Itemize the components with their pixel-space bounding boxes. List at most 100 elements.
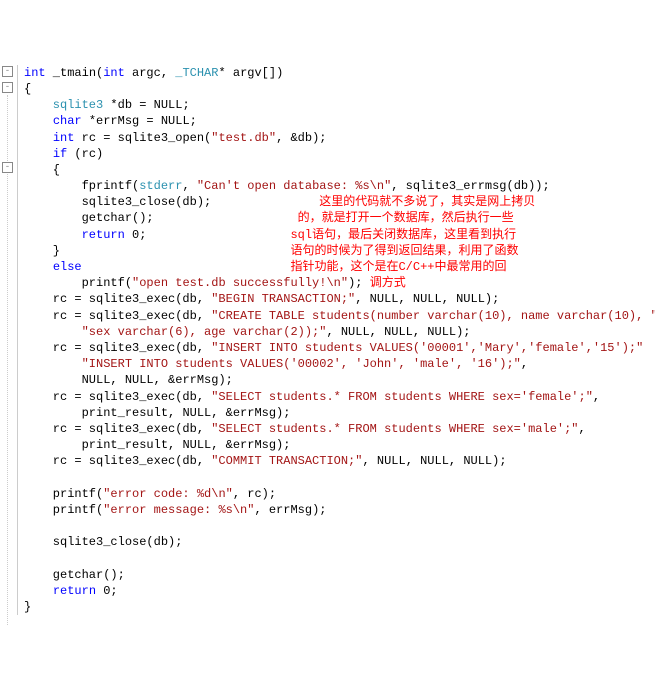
code-text: *db = <box>103 98 153 112</box>
string: "INSERT INTO students VALUES('00002', 'J… <box>24 357 521 371</box>
code-text: printf( <box>24 276 132 290</box>
code-text: fprintf( <box>24 179 139 193</box>
null: NULL <box>427 325 456 339</box>
null: NULL <box>384 325 413 339</box>
code-text: rc = sqlite3_exec(db, <box>24 341 211 355</box>
code-text: , rc); <box>233 487 276 501</box>
code-text: } <box>24 244 60 258</box>
code-text <box>24 584 53 598</box>
fold-line <box>7 95 8 625</box>
code-text: rc = sqlite3_exec(db, <box>24 292 211 306</box>
code-text: ); <box>348 276 362 290</box>
code-text: , <box>398 292 412 306</box>
code-text: } <box>24 600 31 614</box>
code-text: , &errMsg); <box>211 406 290 420</box>
null: NULL <box>420 454 449 468</box>
keyword: int <box>103 66 125 80</box>
comment: 调方式 <box>370 276 406 290</box>
code-text: ); <box>456 325 470 339</box>
string: "CREATE TABLE students(number varchar(10… <box>211 309 655 323</box>
code-text: rc = sqlite3_open( <box>74 131 211 145</box>
code-text: { <box>24 163 60 177</box>
type: _TCHAR <box>175 66 218 80</box>
code-text: , &db); <box>276 131 326 145</box>
keyword: return <box>82 228 125 242</box>
code-text: ; <box>190 114 197 128</box>
code-editor[interactable]: - - - int _tmain(int argc, _TCHAR* argv[… <box>0 65 655 615</box>
keyword: if <box>53 147 67 161</box>
code-text: (rc) <box>67 147 103 161</box>
null: NULL <box>154 98 183 112</box>
code-text: , &errMsg); <box>154 373 233 387</box>
string: "error message: %s\n" <box>103 503 254 517</box>
fold-box[interactable]: - <box>2 66 13 77</box>
code-text: , <box>370 325 384 339</box>
comment: 语句的时候为了得到返回结果，利用了函数 <box>290 244 518 258</box>
code-text: ); <box>485 292 499 306</box>
code-text: sqlite3_close(db); <box>24 195 211 209</box>
fold-gutter: - - - <box>0 65 18 615</box>
code-text: printf( <box>24 487 103 501</box>
code-text: , <box>442 292 456 306</box>
code-text <box>24 260 53 274</box>
null: NULL <box>125 373 154 387</box>
null: NULL <box>182 406 211 420</box>
code-text: printf( <box>24 503 103 517</box>
code-text <box>24 228 82 242</box>
string: "Can't open database: %s\n" <box>197 179 391 193</box>
code-text: , <box>449 454 463 468</box>
code-text: , errMsg); <box>254 503 326 517</box>
code-text: * argv[]) <box>218 66 283 80</box>
keyword: int <box>53 131 75 145</box>
fold-box[interactable]: - <box>2 162 13 173</box>
string: "BEGIN TRANSACTION;" <box>211 292 355 306</box>
null: NULL <box>413 292 442 306</box>
code-text: 0; <box>125 228 147 242</box>
code-area[interactable]: int _tmain(int argc, _TCHAR* argv[]) { s… <box>18 65 655 615</box>
code-text: , <box>182 179 196 193</box>
string: "SELECT students.* FROM students WHERE s… <box>211 390 593 404</box>
fold-box[interactable]: - <box>2 82 13 93</box>
comment: 指针功能，这个是在C/C++中最常用的回 <box>290 260 506 274</box>
keyword: int <box>24 66 46 80</box>
keyword: char <box>53 114 82 128</box>
code-text: ; <box>182 98 189 112</box>
null: NULL <box>463 454 492 468</box>
string: "COMMIT TRANSACTION;" <box>211 454 362 468</box>
code-text: sqlite3 <box>24 98 103 112</box>
ident: stderr <box>139 179 182 193</box>
code-text: rc = sqlite3_exec(db, <box>24 390 211 404</box>
code-text: , <box>362 454 376 468</box>
string: "INSERT INTO students VALUES('00001','Ma… <box>211 341 643 355</box>
code-text: rc = sqlite3_exec(db, <box>24 422 211 436</box>
keyword: return <box>53 584 96 598</box>
code-text: getchar(); <box>24 211 154 225</box>
code-text: ); <box>492 454 506 468</box>
code-text: , <box>355 292 369 306</box>
string: "error code: %d\n" <box>103 487 233 501</box>
code-text: , <box>521 357 528 371</box>
null: NULL <box>456 292 485 306</box>
code-text: _tmain( <box>46 66 104 80</box>
string: "test.db" <box>211 131 276 145</box>
null: NULL <box>182 438 211 452</box>
code-text: sqlite3_close(db); <box>24 535 182 549</box>
code-text: rc = sqlite3_exec(db, <box>24 454 211 468</box>
string: "open test.db successfully!\n" <box>132 276 348 290</box>
comment: 的，就是打开一个数据库，然后执行一些 <box>298 211 514 225</box>
comment: 这里的代码就不多说了，其实是网上拷贝 <box>319 195 535 209</box>
null: NULL <box>370 292 399 306</box>
code-text <box>24 147 53 161</box>
string: "sex varchar(6), age varchar(2));" <box>24 325 326 339</box>
null: NULL <box>341 325 370 339</box>
code-text: rc = sqlite3_exec(db, <box>24 309 211 323</box>
code-text: , <box>579 422 586 436</box>
code-text: , <box>110 373 124 387</box>
code-text: , <box>326 325 340 339</box>
null: NULL <box>161 114 190 128</box>
code-text: 0; <box>96 584 118 598</box>
comment: sql语句，最后关闭数据库，这里看到执行 <box>290 228 516 242</box>
code-text: , <box>406 454 420 468</box>
null: NULL <box>377 454 406 468</box>
code-text: getchar(); <box>24 568 125 582</box>
